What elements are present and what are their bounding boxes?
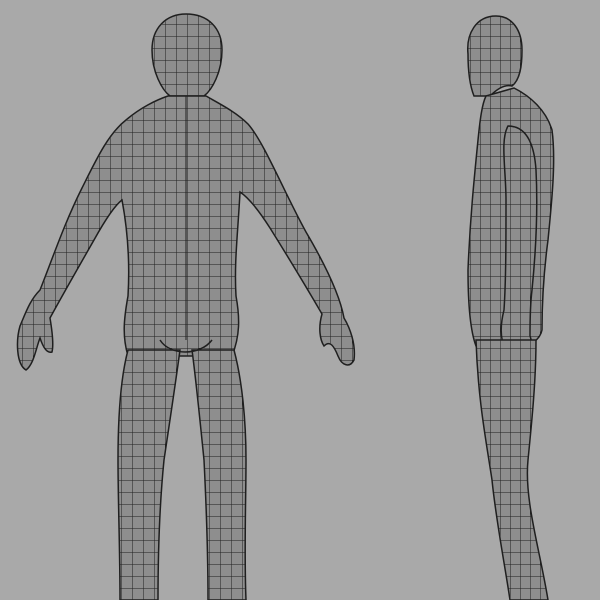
viewport xyxy=(0,0,600,600)
side-view-figure xyxy=(467,15,555,600)
mesh-canvas xyxy=(16,13,555,600)
front-view-figure xyxy=(16,13,356,600)
